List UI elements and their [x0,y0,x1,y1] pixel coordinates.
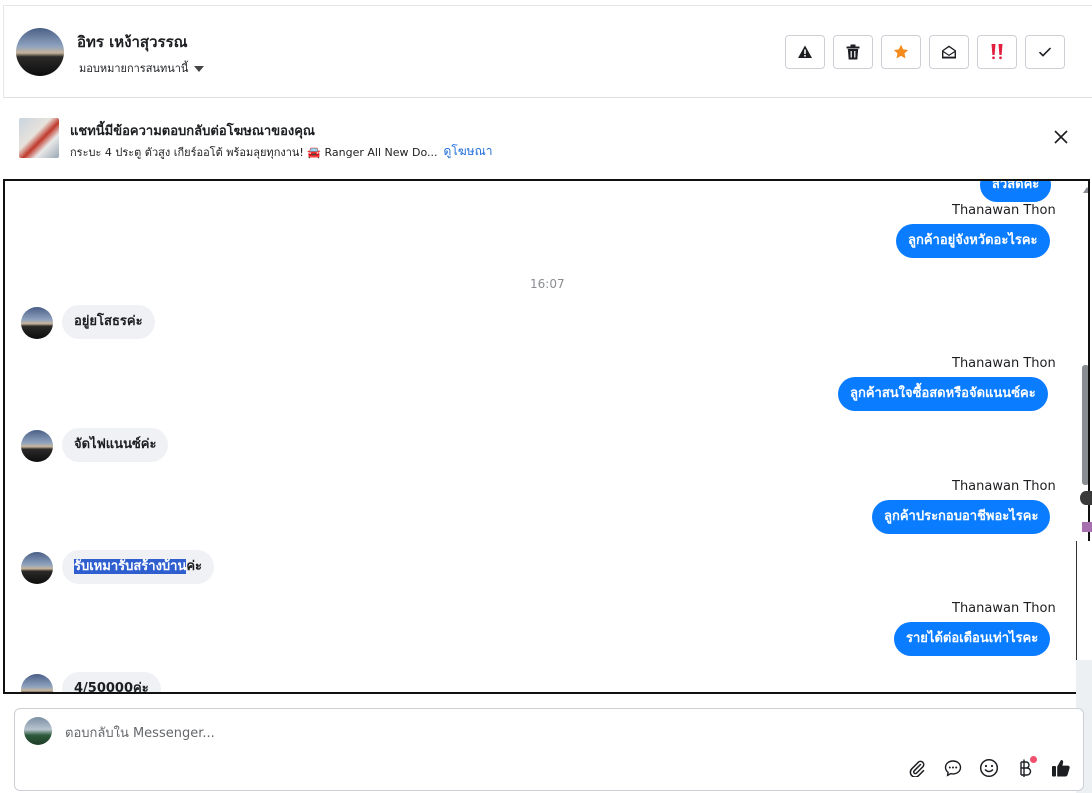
message-bubble-outgoing[interactable]: ลูกค้าประกอบอาชีพอะไรคะ [872,500,1051,534]
star-button[interactable] [881,35,921,69]
emoji-icon [979,758,999,778]
message-bubble-outgoing[interactable]: ลูกค้าอยู่จังหวัดอะไรคะ [896,224,1050,258]
attach-button[interactable] [905,756,929,780]
selected-text: รับเหมารับสร้างบ้าน [74,559,187,574]
paperclip-icon [909,760,925,777]
spam-button[interactable] [785,35,825,69]
ad-reply-banner: แชทนี้มีข้อความตอบกลับต่อโฆษณาของคุณ กระ… [3,99,1092,177]
assign-conversation-dropdown[interactable]: มอบหมายการสนทนานี้ [79,59,205,77]
ad-thumbnail [19,118,59,158]
reply-input[interactable] [63,719,967,747]
side-panel-thumbnail[interactable] [1082,522,1092,532]
timestamp: 16:07 [530,277,565,291]
banner-title: แชทนี้มีข้อความตอบกลับต่อโฆษณาของคุณ [70,124,315,139]
sender-name: Thanawan Thon [952,479,1056,494]
composer-tools [905,756,1073,780]
caret-down-icon [194,65,205,72]
sender-name: Thanawan Thon [952,356,1056,371]
notification-dot [1030,756,1037,763]
view-ad-link[interactable]: ดูโฆษณา [444,142,493,161]
trash-icon [846,44,860,60]
delete-button[interactable] [833,35,873,69]
message-text: ค่ะ [186,559,203,574]
contact-avatar-small[interactable] [21,674,53,692]
thumbs-up-icon [1052,760,1070,777]
chat-bubble-icon [944,760,962,777]
contact-avatar[interactable] [16,28,64,76]
header-actions [785,35,1065,69]
like-button[interactable] [1049,756,1073,780]
check-icon [1038,47,1052,57]
contact-avatar-small[interactable] [21,430,53,462]
double-exclamation-icon [991,44,1003,60]
mark-unread-button[interactable] [929,35,969,69]
contact-avatar-small[interactable] [21,307,53,339]
page-avatar [24,717,52,745]
warning-icon [798,45,812,58]
scroll-thumb[interactable] [1082,365,1088,485]
star-icon [893,44,909,59]
close-icon[interactable] [1053,129,1069,145]
messenger-inbox-window: อิทร เหง้าสุวรรณ มอบหมายการสนทนานี้ แชทน… [0,0,1092,793]
message-bubble-incoming[interactable]: รับเหมารับสร้างบ้านค่ะ [62,550,215,584]
reply-composer [14,708,1084,791]
saved-replies-button[interactable] [941,756,965,780]
banner-subtitle-row: กระบะ 4 ประตู ตัวสูง เกียร์ออโต้ พร้อมลุ… [70,142,492,161]
sender-name: Thanawan Thon [952,601,1056,616]
assign-label: มอบหมายการสนทนานี้ [79,62,189,75]
emoji-button[interactable] [977,756,1001,780]
ad-description: กระบะ 4 ประตู ตัวสูง เกียร์ออโต้ พร้อมลุ… [70,145,438,159]
message-bubble-incoming[interactable]: อยู่ยโสธรค่ะ [62,305,155,339]
payment-button[interactable] [1013,756,1037,780]
message-bubble-incoming[interactable]: จัดไฟแนนซ์ค่ะ [62,428,169,462]
message-bubble-outgoing[interactable]: รายได้ต่อเดือนเท่าไรคะ [894,622,1051,656]
message-bubble-outgoing[interactable]: ลูกค้าสนใจซื้อสดหรือจัดแนนซ์คะ [838,377,1048,411]
contact-name[interactable]: อิทร เหง้าสุวรรณ [77,30,188,54]
sender-name: Thanawan Thon [952,203,1056,218]
message-thread[interactable]: สวัสดีค่ะ Thanawan Thon ลูกค้าอยู่จังหวั… [3,179,1090,694]
conversation-header: อิทร เหง้าสุวรรณ มอบหมายการสนทนานี้ [3,5,1092,98]
message-bubble-outgoing[interactable]: สวัสดีค่ะ [980,181,1052,202]
message-bubble-incoming[interactable]: 4/50000ค่ะ [62,672,161,692]
side-panel-avatar[interactable] [1080,491,1092,505]
envelope-open-icon [942,45,956,59]
contact-avatar-small[interactable] [21,552,53,584]
mark-done-button[interactable] [1025,35,1065,69]
scroll-up-arrow-icon[interactable] [1083,187,1088,193]
follow-up-button[interactable] [977,35,1017,69]
